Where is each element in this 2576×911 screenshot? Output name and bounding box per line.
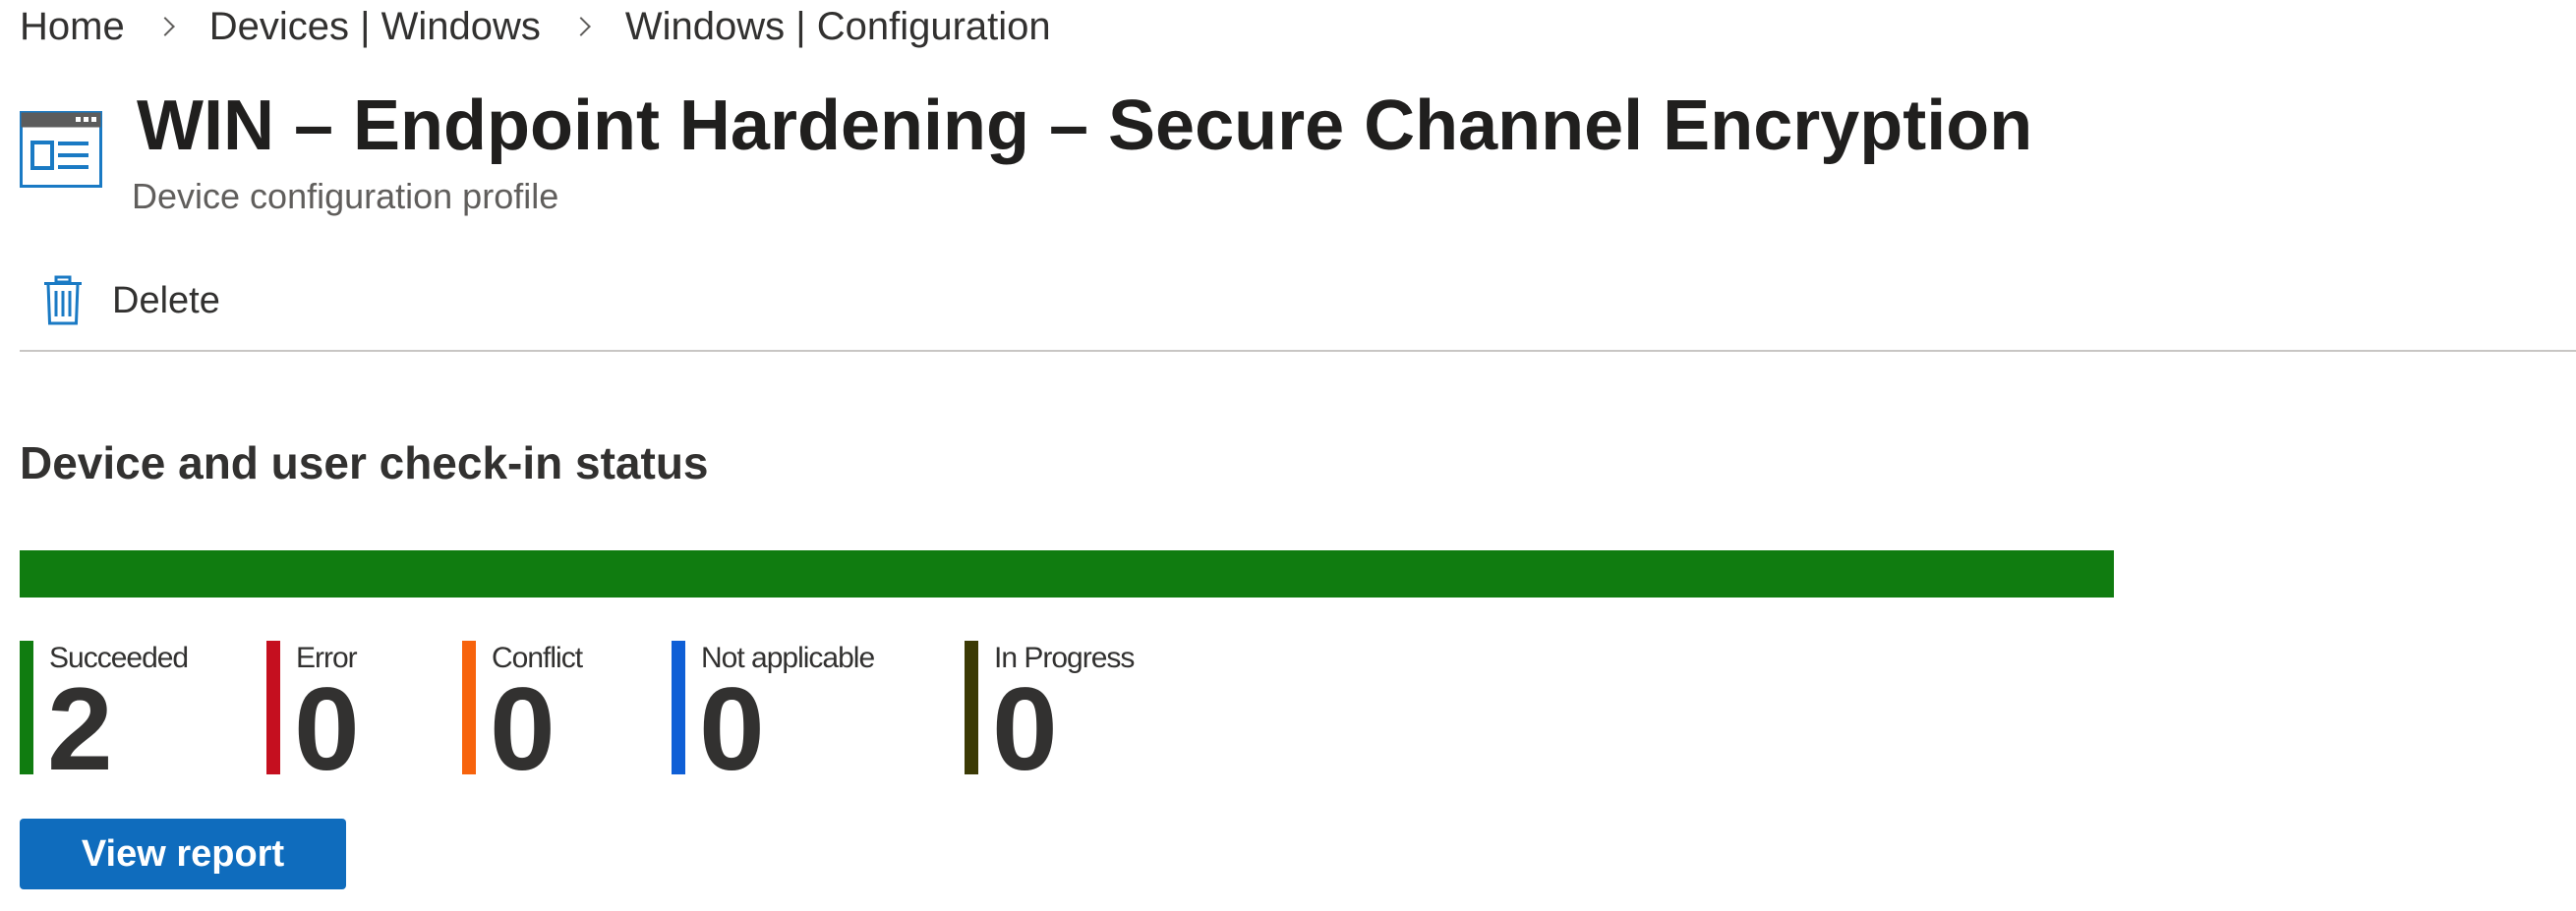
checkin-status-title: Device and user check-in status <box>20 437 709 488</box>
delete-button-label: Delete <box>112 279 220 321</box>
configuration-profile-icon <box>20 111 102 188</box>
command-bar: Delete <box>20 263 2576 352</box>
status-tile-value: 0 <box>699 663 765 795</box>
trash-icon <box>43 275 83 326</box>
status-tile-value: 2 <box>47 663 113 795</box>
page-title: WIN – Endpoint Hardening – Secure Channe… <box>137 86 2033 165</box>
page-subtitle: Device configuration profile <box>132 176 559 216</box>
status-tile-conflict[interactable]: Conflict 0 <box>462 641 583 788</box>
breadcrumb-windows-configuration[interactable]: Windows | Configuration <box>625 5 1051 49</box>
status-tile-succeeded[interactable]: Succeeded 2 <box>20 641 189 788</box>
status-tile-value: 0 <box>490 663 556 795</box>
breadcrumb-home[interactable]: Home <box>20 5 125 49</box>
status-tile-not-applicable[interactable]: Not applicable 0 <box>672 641 875 788</box>
status-tile-in-progress[interactable]: In Progress 0 <box>965 641 1135 788</box>
status-bar <box>20 550 2114 598</box>
status-tile-value: 0 <box>294 663 360 795</box>
status-tile-error[interactable]: Error 0 <box>266 641 360 788</box>
view-report-button[interactable]: View report <box>20 819 346 889</box>
breadcrumb-devices-windows[interactable]: Devices | Windows <box>209 5 541 49</box>
chevron-right-icon <box>154 17 175 36</box>
status-tile-value: 0 <box>992 663 1058 795</box>
chevron-right-icon <box>570 17 591 36</box>
status-bar-segment <box>20 550 2114 598</box>
delete-button[interactable]: Delete <box>43 271 220 330</box>
breadcrumb: Home Devices | Windows Windows | Configu… <box>20 0 1051 53</box>
